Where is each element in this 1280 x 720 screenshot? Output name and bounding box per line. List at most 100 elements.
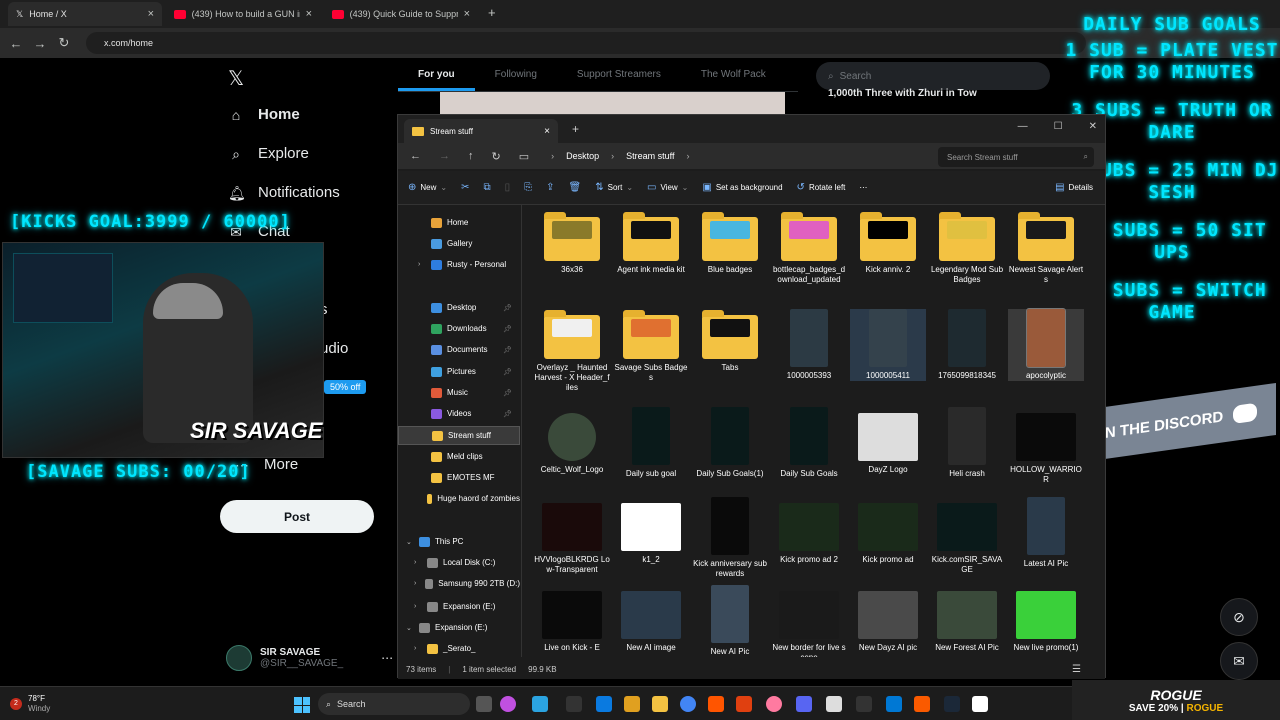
close-window-icon[interactable]: ✕ xyxy=(1089,121,1097,132)
tab-youtube-1[interactable]: (439) How to build a GUN in g × xyxy=(166,2,320,26)
tab-the-wolf-pack[interactable]: The Wolf Pack xyxy=(681,69,786,80)
messages-icon[interactable]: ✉ xyxy=(1220,642,1258,680)
nav-item[interactable]: › Rusty - Personal xyxy=(398,255,520,274)
app-icon[interactable] xyxy=(736,696,752,712)
rotate-left-button[interactable]: ↺ Rotate left xyxy=(797,182,846,193)
file-item[interactable]: DayZ Logo xyxy=(850,407,926,475)
file-item[interactable]: New Forest AI Pic xyxy=(929,585,1005,653)
tab-following[interactable]: Following xyxy=(475,69,557,80)
tab-home-x[interactable]: 𝕏 Home / X × xyxy=(8,2,162,26)
nav-item[interactable]: ⌄ Expansion (E:) xyxy=(398,618,520,637)
file-item[interactable]: Kick promo ad 2 xyxy=(771,497,847,565)
breadcrumb-desktop[interactable]: Desktop xyxy=(566,151,599,161)
nav-item-partial[interactable]: udio xyxy=(320,340,348,357)
forward-icon[interactable]: → xyxy=(28,36,52,51)
file-item[interactable]: Blue badges xyxy=(692,211,768,275)
file-item[interactable]: 1000005411 xyxy=(850,309,926,381)
nav-item[interactable]: Huge haord of zombies xyxy=(398,489,520,508)
url-input[interactable]: x.com/home xyxy=(86,32,1086,54)
folder-icon[interactable] xyxy=(652,696,668,712)
file-item[interactable]: 1765099818345 xyxy=(929,309,1005,381)
nav-item[interactable]: Home xyxy=(398,213,520,232)
nav-item[interactable]: Pictures 📌︎ xyxy=(398,362,520,381)
file-item[interactable]: New AI Pic xyxy=(692,585,768,657)
file-item[interactable]: HVVlogoBLKRDG Low-Transparent xyxy=(534,497,610,575)
task-view-icon[interactable] xyxy=(476,696,492,712)
chevron-icon[interactable]: › xyxy=(414,645,422,652)
rename-button[interactable]: ⎘ xyxy=(524,182,532,193)
file-item[interactable]: Kick.comSIR_SAVAGE xyxy=(929,497,1005,575)
nav-item[interactable]: Meld clips xyxy=(398,447,520,466)
explorer-search-input[interactable]: Search Stream stuff ⌕ xyxy=(938,147,1094,167)
list-view-icon[interactable]: ☰ xyxy=(1072,664,1081,675)
file-item[interactable]: 36x36 xyxy=(534,211,610,275)
x-logo-icon[interactable]: 𝕏 xyxy=(228,66,244,91)
new-tab-icon[interactable]: + xyxy=(572,122,579,136)
close-icon[interactable]: × xyxy=(148,8,154,20)
file-item[interactable]: Daily Sub Goals(1) xyxy=(692,407,768,479)
file-item[interactable]: New live promo(1) xyxy=(1008,585,1084,653)
file-item[interactable]: bottlecap_badges_download_updated xyxy=(771,211,847,285)
steam-icon[interactable] xyxy=(944,696,960,712)
nav-item[interactable]: EMOTES MF xyxy=(398,468,520,487)
file-item[interactable]: Live on Kick - E xyxy=(534,585,610,653)
app-icon[interactable] xyxy=(566,696,582,712)
breadcrumb-stream-stuff[interactable]: Stream stuff xyxy=(626,151,674,161)
back-icon[interactable]: ← xyxy=(410,150,421,162)
tab-support-streamers[interactable]: Support Streamers xyxy=(557,69,681,80)
nav-item-explore[interactable]: ⌕ Explore xyxy=(228,145,309,162)
up-icon[interactable]: ↑ xyxy=(468,150,474,162)
grok-icon[interactable]: ⊘ xyxy=(1220,598,1258,636)
forward-icon[interactable]: → xyxy=(439,150,450,162)
cut-button[interactable]: ✂ xyxy=(461,182,469,193)
nav-item[interactable]: Music 📌︎ xyxy=(398,383,520,402)
app-icon[interactable] xyxy=(972,696,988,712)
nav-item[interactable]: Stream stuff xyxy=(398,426,520,445)
app-icon[interactable] xyxy=(766,696,782,712)
file-item[interactable]: HOLLOW_WARRIOR xyxy=(1008,407,1084,485)
nav-item[interactable]: › _Serato_ xyxy=(398,639,520,658)
chevron-icon[interactable]: › xyxy=(414,559,422,566)
nav-item[interactable]: › Local Disk (C:) xyxy=(398,553,520,572)
start-icon[interactable] xyxy=(294,697,310,713)
file-item[interactable]: New AI image xyxy=(613,585,689,653)
app-icon[interactable] xyxy=(826,696,842,712)
app-icon[interactable] xyxy=(708,696,724,712)
nav-item[interactable]: Gallery xyxy=(398,234,520,253)
app-icon[interactable] xyxy=(596,696,612,712)
file-item[interactable]: Daily Sub Goals xyxy=(771,407,847,479)
file-item[interactable]: Agent ink media kit xyxy=(613,211,689,275)
chevron-icon[interactable]: › xyxy=(418,261,426,268)
file-item[interactable]: 1000005393 xyxy=(771,309,847,381)
file-item[interactable]: Savage Subs Badges xyxy=(613,309,689,383)
file-item[interactable]: apocolyptic xyxy=(1008,308,1084,381)
nav-item-home[interactable]: ⌂ Home xyxy=(228,106,300,123)
nav-item[interactable]: Desktop 📌︎ xyxy=(398,298,520,317)
delete-button[interactable]: 🗑︎ xyxy=(569,182,582,193)
nav-item[interactable]: › Samsung 990 2TB (D:) xyxy=(398,574,520,593)
file-item[interactable]: Overlayz _ Haunted Harvest - X Header_fi… xyxy=(534,309,610,393)
search-input[interactable]: ⌕ Search xyxy=(816,62,1050,90)
app-icon[interactable] xyxy=(856,696,872,712)
file-item[interactable]: New Dayz AI pic xyxy=(850,585,926,653)
file-item[interactable]: Latest AI Pic xyxy=(1008,497,1084,569)
nav-item[interactable]: ⌄ This PC xyxy=(398,532,520,551)
file-item[interactable]: Newest Savage Alerts xyxy=(1008,211,1084,285)
file-item[interactable]: Celtic_Wolf_Logo xyxy=(534,407,610,475)
close-icon[interactable]: × xyxy=(464,8,470,20)
monitor-icon[interactable]: ▭ xyxy=(519,150,529,163)
new-button[interactable]: ⊕ New ⌄ xyxy=(408,182,447,193)
discord-icon[interactable] xyxy=(796,696,812,712)
file-item[interactable]: Kick anniv. 2 xyxy=(850,211,926,275)
chevron-icon[interactable]: › xyxy=(414,580,420,587)
minimize-icon[interactable]: — xyxy=(1018,121,1028,132)
sort-button[interactable]: ⇅ Sort ⌄ xyxy=(595,182,633,193)
close-icon[interactable]: × xyxy=(306,8,312,20)
chrome-icon[interactable] xyxy=(680,696,696,712)
file-item[interactable]: Tabs xyxy=(692,309,768,373)
nav-item-notifications[interactable]: 🔔︎ Notifications xyxy=(228,184,340,201)
app-icon[interactable] xyxy=(886,696,902,712)
share-button[interactable]: ⇪ xyxy=(546,182,554,193)
chevron-icon[interactable]: ⌄ xyxy=(406,624,414,632)
maximize-icon[interactable]: ☐ xyxy=(1054,121,1063,132)
